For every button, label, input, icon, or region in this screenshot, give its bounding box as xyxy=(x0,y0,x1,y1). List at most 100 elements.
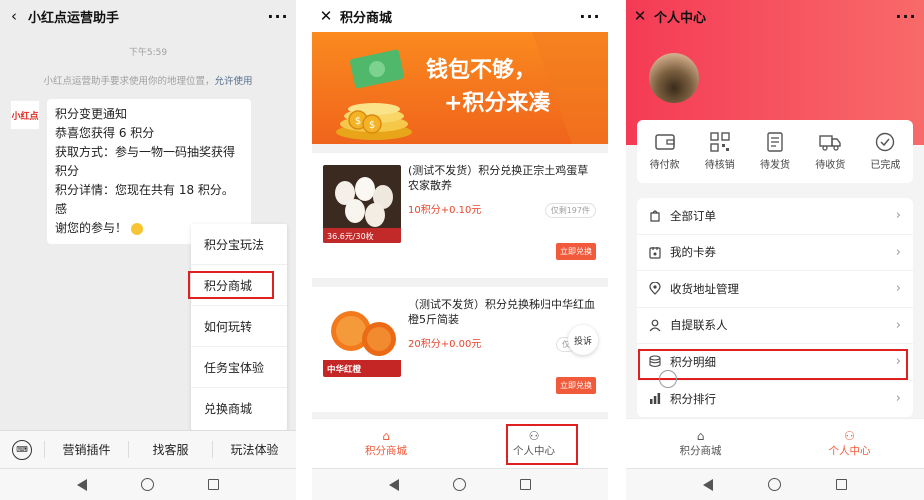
order-pending-ship[interactable]: 待发货 xyxy=(747,132,802,171)
touch-indicator xyxy=(659,370,677,388)
nav-back-icon[interactable] xyxy=(389,478,399,491)
product-card[interactable]: 36.6元/30枚 (测试不发货）积分兑换正宗土鸡蛋草农家散养 10积分+0.1… xyxy=(312,153,608,278)
more-icon[interactable]: ··· xyxy=(572,7,608,26)
coupon-icon xyxy=(649,246,665,259)
tab-label: 积分商城 xyxy=(679,445,722,457)
menu-all-orders[interactable]: 全部订单 › xyxy=(637,198,913,235)
nav-back-icon[interactable] xyxy=(703,478,714,491)
android-nav-bar xyxy=(626,468,924,500)
menu-points-ranking[interactable]: 积分排行 › xyxy=(637,381,913,418)
android-nav-bar xyxy=(312,468,608,500)
menu-label: 我的卡券 xyxy=(670,245,716,260)
nav-recent-icon[interactable] xyxy=(835,479,847,490)
order-completed[interactable]: 已完成 xyxy=(858,132,913,171)
nav-recent-icon[interactable] xyxy=(520,479,531,490)
bubble-line: 积分 xyxy=(55,164,80,178)
chevron-right-icon: › xyxy=(895,281,901,297)
chevron-right-icon: › xyxy=(895,244,901,260)
nav-home-icon[interactable] xyxy=(767,478,781,491)
close-icon[interactable]: ✕ xyxy=(626,7,654,25)
menu-label: 自提联系人 xyxy=(670,318,728,333)
mall-header: ✕ 积分商城 ··· xyxy=(312,0,608,32)
chevron-right-icon: › xyxy=(895,317,901,333)
menu-item-how-to[interactable]: 如何玩转 xyxy=(191,306,287,347)
nav-recent-icon[interactable] xyxy=(208,479,219,490)
svg-text:$: $ xyxy=(369,120,375,131)
system-message: 小红点运营助手要求使用你的地理位置，允许使用 xyxy=(10,73,286,87)
profile-topbar: ✕ 个人中心 ··· xyxy=(626,0,924,32)
product-image-label: 36.6元/30枚 xyxy=(327,231,374,241)
bottom-menu-experience[interactable]: 玩法体验 xyxy=(212,441,296,458)
profile-title: 个人中心 xyxy=(654,10,707,26)
android-nav-bar xyxy=(0,468,296,500)
home-icon: ⌂ xyxy=(382,429,390,443)
bubble-line: 获取方式：参与一物一码抽奖获得 xyxy=(55,145,236,159)
tab-label: 积分商城 xyxy=(365,445,407,457)
check-circle-icon xyxy=(876,132,895,152)
menu-item-exchange-mall[interactable]: 兑换商城 xyxy=(191,388,287,429)
bubble-line: 积分变更通知 xyxy=(55,107,128,121)
highlight-box xyxy=(506,424,578,465)
menu-address-management[interactable]: 收货地址管理 › xyxy=(637,271,913,308)
bar-chart-icon xyxy=(649,392,665,405)
menu-label: 收货地址管理 xyxy=(670,281,739,296)
nav-home-icon[interactable] xyxy=(453,478,466,491)
points-mall-panel: ✕ 积分商城 ··· $ $ 钱包不够， +积分来凑 36.6元/30枚 (测试… xyxy=(312,0,608,500)
order-pending-verify[interactable]: 待核销 xyxy=(692,132,747,171)
product-price: 10积分+0.10元 xyxy=(408,205,482,216)
menu-label: 积分排行 xyxy=(670,391,716,406)
chevron-right-icon: › xyxy=(895,208,901,224)
bottom-menu-marketing[interactable]: 营销插件 xyxy=(44,441,128,458)
allow-location-link[interactable]: 允许使用 xyxy=(215,76,253,87)
order-label: 待发货 xyxy=(760,160,790,171)
mall-title: 积分商城 xyxy=(340,10,393,26)
menu-item-task-experience[interactable]: 任务宝体验 xyxy=(191,347,287,388)
order-pending-payment[interactable]: 待付款 xyxy=(637,132,692,171)
redeem-button[interactable]: 立即兑换 xyxy=(556,243,596,260)
more-icon[interactable]: ··· xyxy=(888,7,924,26)
menu-pickup-contact[interactable]: 自提联系人 › xyxy=(637,308,913,344)
bottom-menu-support[interactable]: 找客服 xyxy=(128,441,212,458)
more-icon[interactable]: ··· xyxy=(260,7,296,26)
complain-button[interactable]: 投诉 xyxy=(568,325,598,355)
product-title[interactable]: (测试不发货）积分兑换正宗土鸡蛋草农家散养 xyxy=(408,163,598,193)
svg-text:$: $ xyxy=(355,116,361,127)
product-image-eggs[interactable]: 36.6元/30枚 xyxy=(323,165,401,243)
nav-home-icon[interactable] xyxy=(141,478,154,491)
promo-banner[interactable]: $ $ 钱包不够， +积分来凑 xyxy=(312,32,608,144)
chat-header: ‹ 小红点运营助手 ··· xyxy=(0,0,296,32)
product-title[interactable]: （测试不发货）积分兑换秭归中华红血橙5斤简装 xyxy=(408,297,598,327)
tab-points-mall[interactable]: ⌂ 积分商城 xyxy=(626,419,775,468)
product-card[interactable]: 中华红橙 （测试不发货）积分兑换秭归中华红血橙5斤简装 20积分+0.00元 仅… xyxy=(312,287,608,412)
wallet-icon xyxy=(654,134,675,150)
order-label: 待收货 xyxy=(815,160,846,171)
product-stock: 仅剩197件 xyxy=(544,203,596,218)
bag-icon xyxy=(649,209,665,222)
menu-my-coupons[interactable]: 我的卡券 › xyxy=(637,235,913,271)
tab-points-mall[interactable]: ⌂ 积分商城 xyxy=(312,419,460,468)
profile-tab-bar: ⌂ 积分商城 ⚇ 个人中心 xyxy=(626,418,924,468)
product-image-oranges[interactable]: 中华红橙 xyxy=(323,299,401,377)
profile-menu: 全部订单 › 我的卡券 › 收货地址管理 › 自提联系人 › 积分明细 › 积分… xyxy=(637,198,913,417)
back-icon[interactable]: ‹ xyxy=(0,7,28,25)
tab-personal-center[interactable]: ⚇ 个人中心 xyxy=(775,419,924,468)
location-pin-icon xyxy=(649,282,665,296)
close-icon[interactable]: ✕ xyxy=(312,7,340,25)
menu-item-points-play[interactable]: 积分宝玩法 xyxy=(191,224,287,265)
product-image-label: 中华红橙 xyxy=(327,364,362,375)
tab-label: 个人中心 xyxy=(828,445,871,457)
person-icon xyxy=(649,319,665,332)
nav-back-icon[interactable] xyxy=(77,478,87,491)
chat-panel: ‹ 小红点运营助手 ··· 下午5:59 小红点运营助手要求使用你的地理位置，允… xyxy=(0,0,296,500)
order-label: 待核销 xyxy=(704,160,735,171)
order-label: 待付款 xyxy=(649,160,680,171)
avatar[interactable] xyxy=(649,53,699,103)
chat-bottom-menu: ⌨ 营销插件 找客服 玩法体验 xyxy=(0,430,296,468)
redeem-button[interactable]: 立即兑换 xyxy=(556,377,596,394)
menu-label: 全部订单 xyxy=(670,208,716,223)
keyboard-icon[interactable]: ⌨ xyxy=(0,439,44,460)
order-pending-receive[interactable]: 待收货 xyxy=(803,132,858,171)
highlight-box xyxy=(638,349,908,380)
avatar[interactable]: 小红点 xyxy=(10,100,40,130)
highlight-box xyxy=(188,271,274,299)
